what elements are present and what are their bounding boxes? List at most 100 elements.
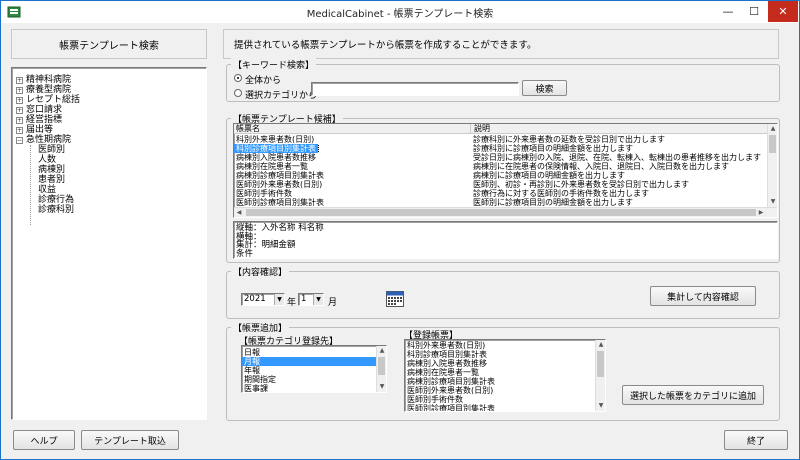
list-item[interactable]: 年報 (242, 366, 376, 375)
left-panel-title: 帳票テンプレート検索 (59, 40, 159, 52)
table-row[interactable]: 病棟別在院患者一覧 病棟別に在院患者の保険情報、入院日、退院日、入院日数を出力しま… (234, 162, 768, 171)
add-to-category-button[interactable]: 選択した帳票をカテゴリに追加 (622, 385, 764, 405)
tree-item[interactable]: + 精神科病院 (16, 75, 71, 85)
radio-all[interactable] (234, 74, 242, 82)
list-item[interactable]: 期間指定 (242, 375, 376, 384)
registered-scrollbar[interactable]: ▲ ▼ (595, 340, 605, 411)
table-row[interactable]: 科別外来患者数(日別) 診療科別に外来患者数の延数を受診日別で出力します (234, 135, 768, 144)
scroll-down-icon[interactable]: ▼ (377, 382, 386, 392)
scroll-left-icon[interactable]: ◀ (234, 208, 244, 217)
tree-item[interactable]: + 療養型病院 (16, 85, 71, 95)
table-row[interactable]: 病棟別診療項目別集計表 病棟別に診療項目の明細金額を出力します (234, 171, 768, 180)
list-header: 帳票名 説明 (234, 124, 768, 134)
scroll-thumb[interactable] (597, 351, 604, 377)
scroll-thumb[interactable] (378, 357, 385, 375)
tree-item[interactable]: + 届出等 (16, 125, 53, 135)
list-item[interactable]: 日報 (242, 348, 376, 357)
tree-child-item[interactable]: 診療科別 (38, 205, 74, 215)
list-item[interactable]: 医師別手術件数 (405, 395, 595, 404)
scroll-up-icon[interactable]: ▲ (377, 346, 386, 356)
tree-item-expanded[interactable]: − 急性期病院 (16, 135, 71, 145)
template-import-button[interactable]: テンプレート取込 (81, 430, 179, 450)
exit-button[interactable]: 終了 (724, 430, 788, 450)
tree-child-item[interactable]: 人数 (38, 155, 56, 165)
scroll-down-icon[interactable]: ▼ (768, 197, 777, 207)
tree-child-item[interactable]: 患者別 (38, 175, 65, 185)
chevron-down-icon[interactable]: ▼ (313, 294, 323, 305)
tree-child-item[interactable]: 病棟別 (38, 165, 65, 175)
radio-category[interactable] (234, 89, 242, 97)
expand-icon[interactable]: + (16, 86, 23, 94)
table-row[interactable]: 医師別手術件数 診療行為に対する医師別の手術件数を出力します (234, 189, 768, 198)
list-item[interactable]: 医事課 (242, 384, 376, 392)
col-header-name[interactable]: 帳票名 (236, 124, 260, 134)
add-template-label: 【帳票追加】 (231, 321, 290, 334)
search-button[interactable]: 検索 (522, 80, 567, 96)
table-row[interactable]: 病棟別入院患者数推移 受診日別に病棟別の入院、退院、在院、転棟入、転棟出の患者推移… (234, 153, 768, 162)
list-item[interactable]: 医師別診療項目別集計表 (405, 404, 595, 411)
aggregate-confirm-button[interactable]: 集計して内容確認 (650, 286, 756, 306)
year-select[interactable]: 2021 ▼ (241, 293, 285, 306)
keyword-input[interactable] (311, 82, 519, 96)
tree-item[interactable]: + 窓口請求 (16, 105, 62, 115)
detail-line: 集計：明細金額 (236, 240, 296, 250)
scroll-up-icon[interactable]: ▲ (596, 340, 605, 350)
title-bar: MedicalCabinet - 帳票テンプレート検索 — ☐ ✕ (1, 1, 799, 23)
list-scrollbar-h[interactable]: ◀ ▶ (234, 207, 777, 217)
scroll-thumb-h[interactable] (246, 209, 756, 216)
tree-line (30, 145, 31, 225)
category-scrollbar[interactable]: ▲ ▼ (376, 346, 386, 392)
expand-icon[interactable]: + (16, 126, 23, 134)
collapse-icon[interactable]: − (16, 136, 23, 144)
scroll-up-icon[interactable]: ▲ (768, 124, 777, 134)
expand-icon[interactable]: + (16, 76, 23, 84)
table-row-selected[interactable]: 科別診療項目別集計表 診療科別に診療項目の明細金額を出力します (234, 144, 768, 153)
table-row[interactable]: 医師別診療項目別集計表 医師別に診療項目別の明細金額を出力します (234, 198, 768, 207)
left-panel-header: 帳票テンプレート検索 (11, 29, 207, 59)
table-row[interactable]: 医師別外来患者数(日別) 医師別、初診・再診別に外来患者数を受診日別で出力します (234, 180, 768, 189)
app-window: MedicalCabinet - 帳票テンプレート検索 — ☐ ✕ 帳票テンプレ… (0, 0, 800, 460)
scroll-down-icon[interactable]: ▼ (596, 401, 605, 411)
window-title: MedicalCabinet - 帳票テンプレート検索 (306, 8, 494, 20)
list-item[interactable]: 科別外来患者数(日別) (405, 341, 595, 350)
info-banner: 提供されている帳票テンプレートから帳票を作成することができます。 (223, 29, 779, 59)
calendar-icon[interactable] (386, 291, 404, 307)
tree-item[interactable]: + レセプト総括 (16, 95, 80, 105)
scroll-right-icon[interactable]: ▶ (756, 208, 766, 217)
tree-child-item[interactable]: 医師別 (38, 145, 65, 155)
tree-child-item[interactable]: 収益 (38, 185, 56, 195)
template-detail: 縦軸：入外名称 科名称 横軸： 集計：明細金額 条件 (233, 221, 778, 259)
expand-icon[interactable]: + (16, 106, 23, 114)
registered-list[interactable]: 科別外来患者数(日別) 科別診療項目別集計表 病棟別入院患者数推移 病棟別在院患… (404, 339, 606, 412)
tree-child-item[interactable]: 診療行為 (38, 195, 74, 205)
radio-all-label: 全体から (245, 76, 282, 86)
expand-icon[interactable]: + (16, 116, 23, 124)
list-item[interactable]: 科別診療項目別集計表 (405, 350, 595, 359)
template-list[interactable]: 帳票名 説明 科別外来患者数(日別) 診療科別に外来患者数の延数を受診日別で出力し… (233, 123, 778, 218)
scroll-thumb[interactable] (769, 135, 776, 153)
category-list[interactable]: 日報 月報 年報 期間指定 医事課 ▲ ▼ (241, 345, 387, 393)
col-header-desc[interactable]: 説明 (470, 124, 490, 134)
radio-category-label: 選択カテゴリから (245, 91, 318, 101)
list-scrollbar-v[interactable]: ▲ ▼ (767, 124, 777, 207)
list-item[interactable]: 病棟別在院患者一覧 (405, 368, 595, 377)
month-unit: 月 (328, 298, 338, 308)
expand-icon[interactable]: + (16, 96, 23, 104)
close-button[interactable]: ✕ (768, 1, 798, 22)
month-select[interactable]: 1 ▼ (298, 293, 324, 306)
minimize-button[interactable]: — (715, 1, 741, 22)
list-item[interactable]: 病棟別入院患者数推移 (405, 359, 595, 368)
tree-item[interactable]: + 経営指標 (16, 115, 62, 125)
list-item-selected[interactable]: 月報 (242, 357, 376, 366)
chevron-down-icon[interactable]: ▼ (274, 294, 284, 305)
category-tree[interactable]: + 精神科病院 + 療養型病院 + レセプト総括 + 窓口請求 + 経営指標 + 届出等 −… (11, 67, 207, 420)
year-unit: 年 (287, 298, 297, 308)
detail-line: 縦軸：入外名称 科名称 (236, 223, 324, 233)
list-item[interactable]: 医師別外来患者数(日別) (405, 386, 595, 395)
content-confirm-label: 【内容確認】 (231, 265, 290, 278)
maximize-button[interactable]: ☐ (741, 1, 767, 22)
app-icon (7, 6, 21, 18)
help-button[interactable]: ヘルプ (13, 430, 75, 450)
list-item[interactable]: 病棟別診療項目別集計表 (405, 377, 595, 386)
detail-line: 条件 (236, 248, 254, 259)
